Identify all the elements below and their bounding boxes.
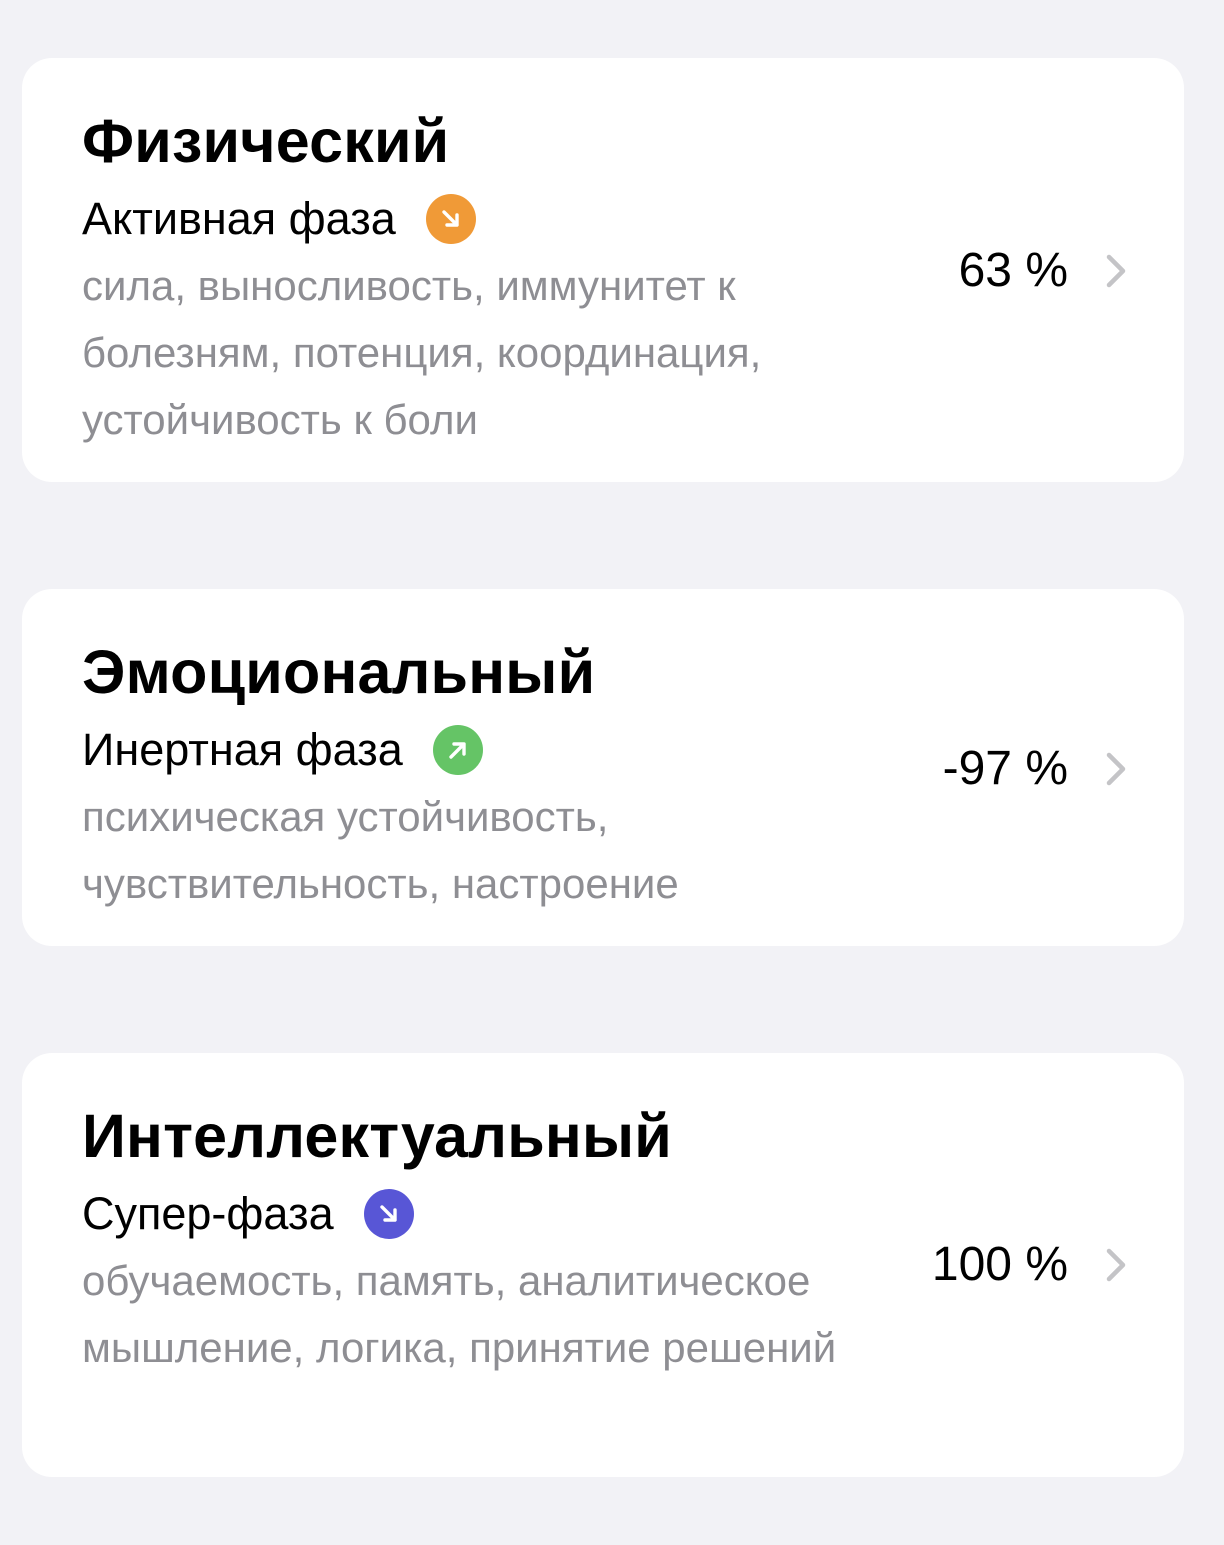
phase-label: Супер-фаза — [82, 1188, 334, 1239]
biorhythm-card-intellectual[interactable]: Интеллектуальный Супер-фаза обучаемость,… — [22, 1053, 1184, 1477]
card-title: Эмоциональный — [82, 638, 596, 706]
card-title: Интеллектуальный — [82, 1102, 672, 1170]
card-description: психическая устойчивость, чувствительнос… — [82, 793, 679, 907]
card-description: обучаемость, память, аналитическое мышле… — [82, 1257, 837, 1371]
chevron-right-icon — [1106, 254, 1126, 288]
phase-row: Супер-фаза — [82, 1186, 414, 1242]
percent-value: -97 % — [942, 742, 1068, 795]
percent-value: 63 % — [958, 244, 1068, 297]
arrow-down-right-icon — [363, 1189, 414, 1239]
chevron-right-icon — [1106, 1248, 1126, 1282]
percent-value: 100 % — [931, 1238, 1068, 1291]
biorhythm-card-physical[interactable]: Физический Активная фаза сила, выносливо… — [22, 58, 1184, 482]
phase-label: Инертная фаза — [82, 724, 403, 775]
phase-row: Активная фаза — [82, 191, 476, 247]
card-title: Физический — [82, 107, 450, 175]
phase-row: Инертная фаза — [82, 722, 483, 778]
arrow-down-right-icon — [425, 194, 476, 244]
chevron-right-icon — [1106, 752, 1126, 786]
biorhythm-card-emotional[interactable]: Эмоциональный Инертная фаза психическая … — [22, 589, 1184, 946]
phase-label: Активная фаза — [82, 193, 396, 244]
arrow-up-right-icon — [432, 725, 483, 775]
card-description: сила, выносливость, иммунитет к болезням… — [82, 262, 762, 443]
